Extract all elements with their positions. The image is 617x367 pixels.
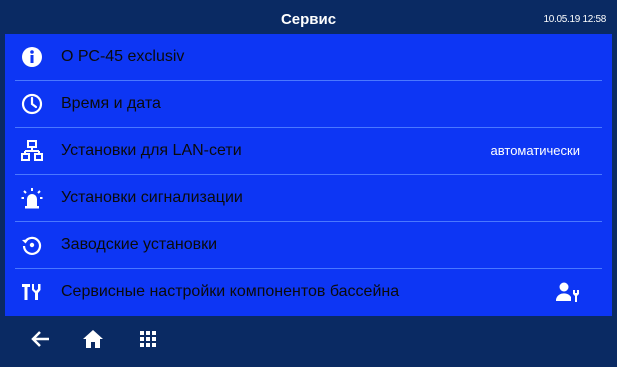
lan-mode-value: автоматически — [490, 143, 580, 158]
network-icon — [21, 140, 43, 162]
menu-item-factory-settings[interactable]: Заводские установки — [15, 222, 602, 269]
top-bar: Сервис 10.05.19 12:58 — [5, 5, 612, 34]
page-title: Сервис — [280, 11, 337, 28]
menu-item-time-date[interactable]: Время и дата — [15, 81, 602, 128]
menu-item-lan-settings[interactable]: Установки для LAN-сети автоматически — [15, 128, 602, 175]
menu-item-label: Сервисные настройки компонентов бассейна — [61, 283, 400, 300]
menu-item-alarm-settings[interactable]: Установки сигнализации — [15, 175, 602, 222]
menu-item-label: Установки сигнализации — [61, 189, 243, 206]
alarm-beacon-icon — [21, 187, 43, 209]
back-arrow-icon[interactable] — [30, 328, 52, 350]
menu-item-label: Заводские установки — [61, 236, 218, 253]
menu-item-pool-service-settings[interactable]: Сервисные настройки компонентов бассейна — [15, 269, 602, 315]
service-menu-list: О РС-45 exclusiv Время и дата Установки … — [5, 34, 612, 316]
date-time-display: 10.05.19 12:58 — [543, 14, 606, 25]
reset-icon — [21, 234, 43, 256]
menu-item-label: Время и дата — [61, 95, 161, 112]
tools-icon — [21, 281, 43, 303]
info-icon — [21, 46, 43, 68]
grid-menu-icon[interactable] — [137, 328, 159, 350]
menu-item-about[interactable]: О РС-45 exclusiv — [15, 34, 602, 81]
home-icon[interactable] — [82, 328, 104, 350]
bottom-nav-bar — [5, 316, 612, 362]
clock-icon — [21, 93, 43, 115]
menu-item-label: Установки для LAN-сети — [61, 142, 242, 159]
user-service-icon — [555, 281, 580, 303]
menu-item-label: О РС-45 exclusiv — [61, 48, 185, 65]
